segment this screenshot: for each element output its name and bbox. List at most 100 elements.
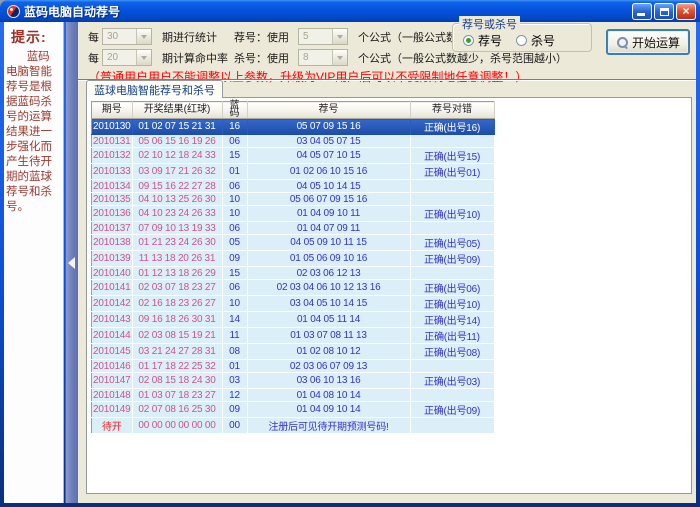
cell-reds: 01 17 18 22 25 32 — [132, 360, 222, 373]
table-row[interactable]: 201014503 21 24 27 28 310801 02 08 10 12… — [92, 344, 495, 360]
start-calculation-button[interactable]: 开始运算 — [606, 29, 690, 55]
table-row[interactable]: 201013707 09 10 13 19 330601 04 07 09 11 — [92, 222, 495, 235]
hitrate-period-value: 20 — [103, 52, 136, 63]
cell-result: 正确(出号11) — [410, 328, 494, 344]
table-row[interactable]: 201014801 03 07 18 23 271201 04 08 10 14 — [92, 389, 495, 402]
cell-picks: 03 04 05 10 14 15 — [247, 296, 410, 312]
cell-picks: 05 07 09 15 16 — [247, 119, 410, 135]
sidebar-splitter[interactable] — [65, 22, 78, 503]
table-row[interactable]: 201013504 10 13 25 26 301005 06 07 09 15… — [92, 193, 495, 206]
cell-blue: 05 — [222, 235, 247, 251]
cell-period: 2010137 — [92, 222, 133, 235]
cell-picks: 02 03 04 06 10 12 13 16 — [247, 280, 410, 296]
header-blue-code[interactable]: 蓝 码 — [222, 102, 247, 119]
cell-picks: 注册后可见待开期预测号码! — [247, 418, 410, 434]
cell-blue: 06 — [222, 222, 247, 235]
cell-picks: 03 06 10 13 16 — [247, 373, 410, 389]
cell-reds: 11 13 18 20 26 31 — [132, 251, 222, 267]
cell-reds: 03 09 17 21 26 32 — [132, 164, 222, 180]
table-row[interactable]: 201013801 21 23 24 26 300504 05 09 10 11… — [92, 235, 495, 251]
app-window: 蓝码电脑自动荐号 × 提示: 蓝码电脑智能荐号是根据蓝码杀号的运算结果进一步强化… — [0, 0, 700, 507]
table-row[interactable]: 201013409 15 16 22 27 280604 05 10 14 15 — [92, 180, 495, 193]
cell-blue: 10 — [222, 296, 247, 312]
cell-reds: 00 00 00 00 00 00 — [132, 418, 222, 434]
table-row[interactable]: 201013604 10 23 24 26 331001 04 09 10 11… — [92, 206, 495, 222]
restore-button[interactable] — [654, 3, 674, 20]
cell-blue: 08 — [222, 344, 247, 360]
cell-reds: 09 16 18 26 30 31 — [132, 312, 222, 328]
dropdown-arrow-icon — [136, 29, 151, 44]
table-row[interactable]: 201013105 06 15 16 19 260603 04 05 07 15 — [92, 135, 495, 148]
header-picks[interactable]: 荐号 — [247, 102, 410, 119]
tab-blue-ball-smart[interactable]: 蓝球电脑智能荐号和杀号 — [86, 80, 223, 98]
cell-result — [410, 135, 494, 148]
cell-period: 2010136 — [92, 206, 133, 222]
cell-blue: 10 — [222, 206, 247, 222]
table-row[interactable]: 待开00 00 00 00 00 0000注册后可见待开期预测号码! — [92, 418, 495, 434]
cell-result: 正确(出号09) — [410, 402, 494, 418]
cell-blue: 11 — [222, 328, 247, 344]
tip-heading: 提示: — [6, 27, 61, 47]
table-row[interactable]: 201013202 10 12 18 24 331504 05 07 10 15… — [92, 148, 495, 164]
close-button[interactable]: × — [676, 3, 696, 20]
table-row[interactable]: 201014402 03 08 15 19 211101 03 07 08 11… — [92, 328, 495, 344]
table-row[interactable]: 201014702 08 15 18 24 300303 06 10 13 16… — [92, 373, 495, 389]
cell-period: 2010143 — [92, 312, 133, 328]
cell-period: 2010145 — [92, 344, 133, 360]
cell-reds: 09 15 16 22 27 28 — [132, 180, 222, 193]
cell-period: 待开 — [92, 418, 133, 434]
table-row[interactable]: 201014001 12 13 18 26 291502 03 06 12 13 — [92, 267, 495, 280]
app-icon — [7, 5, 20, 18]
recommend-formula-select[interactable]: 5 — [298, 28, 348, 45]
cell-picks: 01 04 09 10 11 — [247, 206, 410, 222]
kill-formula-select[interactable]: 8 — [298, 49, 348, 66]
collapse-left-arrow-icon — [68, 257, 75, 269]
cell-period: 2010146 — [92, 360, 133, 373]
cell-period: 2010133 — [92, 164, 133, 180]
hitrate-period-select[interactable]: 20 — [102, 49, 152, 66]
radio-kill[interactable]: 杀号 — [516, 32, 555, 49]
cell-reds: 02 03 07 18 23 27 — [132, 280, 222, 296]
cell-result: 正确(出号14) — [410, 312, 494, 328]
cell-picks: 04 05 07 10 15 — [247, 148, 410, 164]
radio-recommend[interactable]: 荐号 — [463, 32, 502, 49]
table-row[interactable]: 201014309 16 18 26 30 311401 04 05 11 14… — [92, 312, 495, 328]
cell-blue: 15 — [222, 148, 247, 164]
cell-picks: 04 05 09 10 11 15 — [247, 235, 410, 251]
cell-reds: 02 10 12 18 24 33 — [132, 148, 222, 164]
mode-groupbox: 荐号或杀号 荐号 杀号 — [452, 23, 592, 52]
table-row[interactable]: 201013911 13 18 20 26 310901 05 06 09 10… — [92, 251, 495, 267]
cell-picks: 01 04 05 11 14 — [247, 312, 410, 328]
cell-reds: 02 08 15 18 24 30 — [132, 373, 222, 389]
cell-picks: 05 06 07 09 15 16 — [247, 193, 410, 206]
cell-picks: 02 03 06 07 09 13 — [247, 360, 410, 373]
radio-kill-label: 杀号 — [531, 32, 555, 49]
cell-period: 2010148 — [92, 389, 133, 402]
cell-blue: 00 — [222, 418, 247, 434]
header-result[interactable]: 荐号对错 — [410, 102, 494, 119]
cell-picks: 01 04 07 09 11 — [247, 222, 410, 235]
cell-result: 正确(出号09) — [410, 251, 494, 267]
table-row[interactable]: 201014601 17 18 22 25 320102 03 06 07 09… — [92, 360, 495, 373]
every-label-1: 每 — [88, 29, 102, 45]
cell-period: 2010142 — [92, 296, 133, 312]
radio-icon — [516, 35, 527, 46]
table-row[interactable]: 201014202 16 18 23 26 271003 04 05 10 14… — [92, 296, 495, 312]
stats-period-select[interactable]: 30 — [102, 28, 152, 45]
stats-period-label: 期进行统计 — [162, 29, 234, 45]
table-row[interactable]: 201013303 09 17 21 26 320101 02 06 10 15… — [92, 164, 495, 180]
table-row[interactable]: 201014102 03 07 18 23 270602 03 04 06 10… — [92, 280, 495, 296]
table-row[interactable]: 201013001 02 07 15 21 311605 07 09 15 16… — [92, 119, 495, 135]
cell-result — [410, 267, 494, 280]
results-tabpage: 期号 开奖结果(红球) 蓝 码 荐号 荐号对错 201013001 02 07 … — [86, 97, 692, 494]
header-red-results[interactable]: 开奖结果(红球) — [132, 102, 222, 119]
cell-reds: 01 12 13 18 26 29 — [132, 267, 222, 280]
cell-result: 正确(出号03) — [410, 373, 494, 389]
table-row[interactable]: 201014902 07 08 16 25 300901 04 09 10 14… — [92, 402, 495, 418]
cell-period: 2010140 — [92, 267, 133, 280]
minimize-button[interactable] — [632, 3, 652, 20]
header-period[interactable]: 期号 — [92, 102, 133, 119]
cell-blue: 14 — [222, 312, 247, 328]
cell-period: 2010134 — [92, 180, 133, 193]
cell-blue: 06 — [222, 180, 247, 193]
